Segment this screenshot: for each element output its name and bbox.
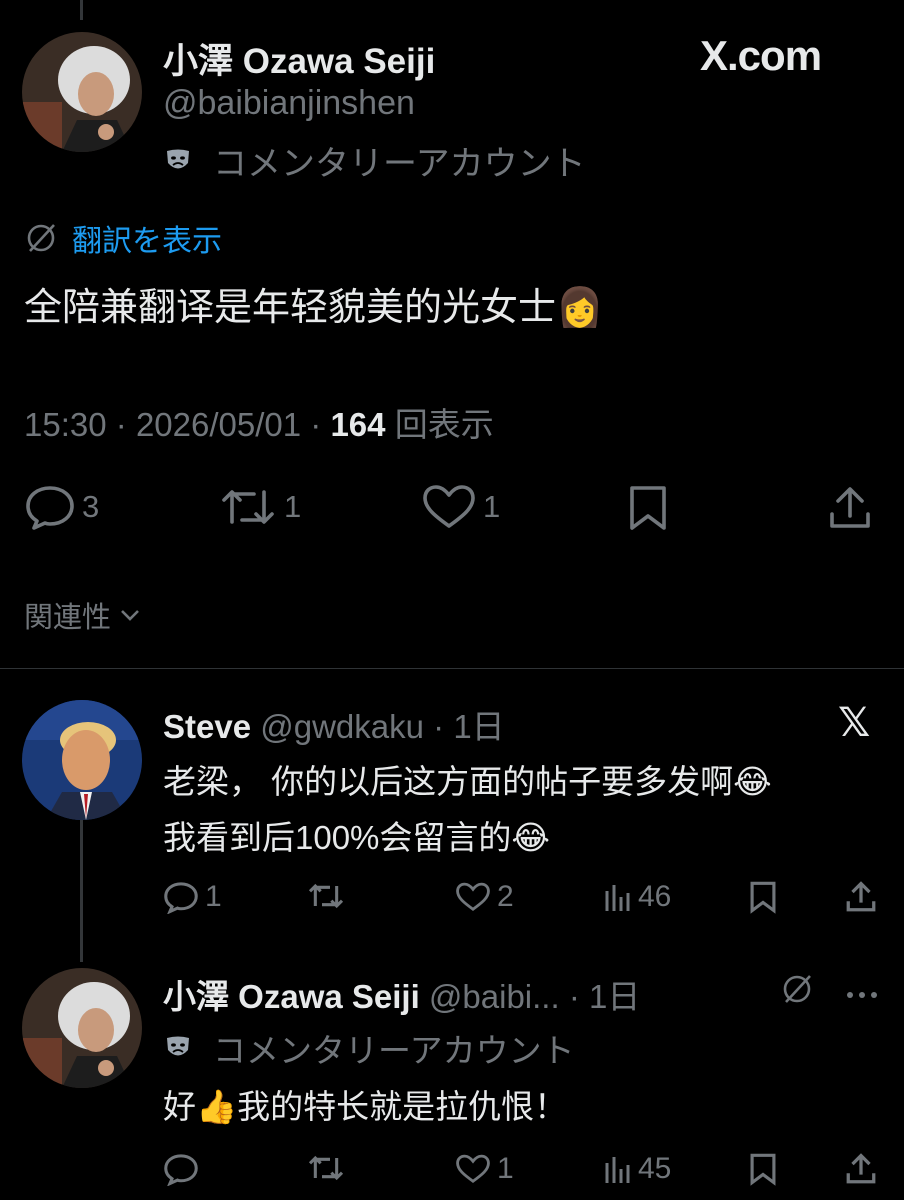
sort-dropdown[interactable]: 関連性 (24, 594, 141, 636)
reply-button[interactable]: 3 (24, 484, 99, 530)
thread-line-top (80, 0, 83, 20)
heart-icon (455, 1153, 491, 1185)
post-meta: 15:30 · 2026/05/01 · 164 回表示 (24, 406, 494, 443)
heart-icon (455, 881, 491, 913)
display-name[interactable]: 小澤 Ozawa Seiji (163, 33, 435, 84)
reply2-text: 好👍我的特长就是拉仇恨！ (163, 1080, 567, 1128)
thread-line-reply (80, 812, 83, 962)
reply1-text: 老梁， 你的以后这方面的帖子要多发啊😂 我看到后100%会留言的😂 (163, 754, 772, 866)
more-icon[interactable] (846, 986, 878, 1004)
reply2-translate-icon[interactable] (780, 972, 814, 1011)
reply2-text-a: 好 (163, 1088, 196, 1125)
heart-icon (421, 484, 477, 530)
bookmark-icon (748, 1152, 778, 1186)
reply2-account-label: コメンタリーアカウント (213, 1032, 575, 1069)
repost-icon (306, 880, 346, 912)
account-label-row: コメンタリーアカウント (163, 136, 586, 185)
reply1-share-button[interactable] (844, 880, 878, 914)
reply1-reply-button[interactable]: 1 (163, 880, 222, 914)
reply2-views-button[interactable]: 45 (604, 1152, 671, 1186)
theater-mask-icon (163, 1033, 193, 1063)
reply1-views-button[interactable]: 46 (604, 880, 671, 914)
reply2-repost-button[interactable] (306, 1152, 352, 1184)
reply1-like-button[interactable]: 2 (455, 880, 514, 914)
post-text-body: 全陪兼翻译是年轻貌美的光女士 (24, 287, 557, 329)
reply2-handle[interactable]: @baibi... (429, 978, 560, 1015)
reply1-header: Steve @gwdkaku · 1日 (163, 708, 505, 745)
account-label: コメンタリーアカウント (213, 145, 586, 183)
reply1-line1: 老梁， 你的以后这方面的帖子要多发啊 (163, 763, 734, 800)
chevron-down-icon (119, 608, 141, 622)
share-icon (826, 484, 874, 532)
reply2-like-button[interactable]: 1 (455, 1152, 514, 1186)
reply2-like-count: 1 (497, 1152, 514, 1185)
view-label: 回表示 (394, 406, 494, 443)
reply1-line2: 我看到后100%会留言的 (163, 819, 512, 856)
post-date[interactable]: 2026/05/01 (136, 406, 301, 443)
like-count: 1 (483, 489, 501, 524)
reply2-display-name[interactable]: 小澤 Ozawa Seiji (163, 978, 420, 1015)
bookmark-icon (748, 880, 778, 914)
bookmark-button[interactable] (626, 484, 670, 532)
reply1-handle[interactable]: @gwdkaku (260, 708, 424, 745)
reply1-bookmark-button[interactable] (748, 880, 778, 914)
reply2-bookmark-button[interactable] (748, 1152, 778, 1186)
reply1-display-name[interactable]: Steve (163, 708, 251, 745)
reply2-account-label-row: コメンタリーアカウント (163, 1024, 575, 1072)
laugh-emoji: 😂 (733, 763, 772, 800)
theater-mask-icon (163, 146, 193, 176)
reply1-repost-button[interactable] (306, 880, 352, 912)
reply-count: 3 (82, 489, 100, 524)
repost-button[interactable]: 1 (218, 484, 301, 530)
like-button[interactable]: 1 (421, 484, 500, 530)
avatar-steve[interactable] (22, 700, 142, 820)
reply1-like-count: 2 (497, 880, 514, 913)
post-text: 全陪兼翻译是年轻貌美的光女士👩 (24, 276, 603, 331)
post-time[interactable]: 15:30 (24, 406, 107, 443)
sort-label: 関連性 (24, 602, 112, 634)
reply2-age[interactable]: 1日 (589, 978, 640, 1015)
repost-icon (306, 1152, 346, 1184)
woman-emoji: 👩 (556, 287, 604, 329)
reply2-text-b: 我的特长就是拉仇恨！ (237, 1088, 568, 1125)
analytics-icon (604, 881, 632, 913)
share-icon (844, 880, 878, 914)
view-count: 164 (330, 406, 386, 443)
avatar-ozawa[interactable] (22, 32, 142, 152)
reply2-header: 小澤 Ozawa Seiji @baibi... · 1日 (163, 978, 641, 1015)
reply2-view-count: 45 (638, 1152, 672, 1185)
reply2-reply-button[interactable] (163, 1152, 205, 1186)
repost-icon (218, 484, 278, 530)
thumbs-up-emoji: 👍 (196, 1088, 238, 1125)
reply2-share-button[interactable] (844, 1152, 878, 1186)
translate-link[interactable]: 翻訳を表示 (72, 216, 222, 260)
x-logo[interactable]: X.com (700, 32, 822, 80)
share-button[interactable] (826, 484, 874, 532)
reply1-reply-count: 1 (205, 880, 222, 913)
laugh-emoji: 😂 (511, 819, 550, 856)
avatar-ozawa-reply[interactable] (22, 968, 142, 1088)
translate-icon (24, 221, 58, 255)
handle[interactable]: @baibianjinshen (163, 84, 415, 123)
reply-icon (163, 1152, 199, 1186)
bookmark-icon (626, 484, 670, 532)
repost-count: 1 (284, 489, 302, 524)
reply1-view-count: 46 (638, 880, 672, 913)
reply1-age[interactable]: 1日 (453, 708, 504, 745)
reply1-x-logo[interactable]: 𝕏 (838, 700, 870, 746)
reply-icon (163, 880, 199, 914)
analytics-icon (604, 1153, 632, 1185)
share-icon (844, 1152, 878, 1186)
divider (0, 668, 904, 669)
reply-icon (24, 484, 76, 530)
translate-row[interactable]: 翻訳を表示 (24, 216, 222, 260)
